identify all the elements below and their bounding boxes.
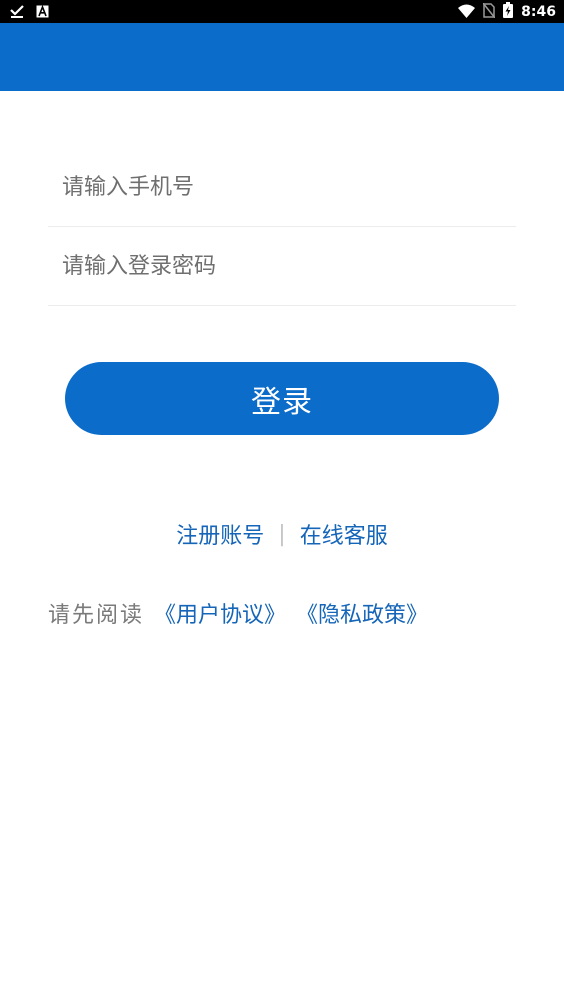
agreement-notice: 请先阅读 《用户协议》 《隐私政策》	[48, 594, 428, 632]
links-divider: |	[278, 521, 286, 547]
battery-charging-icon	[503, 2, 514, 22]
a-box-icon	[36, 3, 49, 22]
status-right-icons: 8:46	[458, 2, 556, 22]
password-field	[48, 227, 516, 306]
status-time: 8:46	[521, 3, 556, 20]
status-left-icons	[10, 3, 49, 22]
phone-field	[48, 148, 516, 227]
register-link[interactable]: 注册账号	[176, 518, 264, 550]
no-sim-icon	[482, 2, 496, 22]
agreement-prefix: 请先阅读	[48, 603, 145, 628]
privacy-policy-link[interactable]: 《隐私政策》	[296, 597, 428, 629]
user-agreement-link[interactable]: 《用户协议》	[154, 597, 286, 629]
app-header	[0, 23, 564, 91]
account-links: 注册账号 | 在线客服	[0, 515, 564, 553]
customer-service-link[interactable]: 在线客服	[300, 518, 388, 550]
password-input[interactable]	[62, 227, 502, 305]
status-bar: 8:46	[0, 0, 564, 23]
download-done-icon	[10, 3, 24, 22]
wifi-icon	[458, 3, 476, 22]
phone-input[interactable]	[62, 148, 502, 226]
login-button[interactable]: 登录	[65, 362, 499, 435]
